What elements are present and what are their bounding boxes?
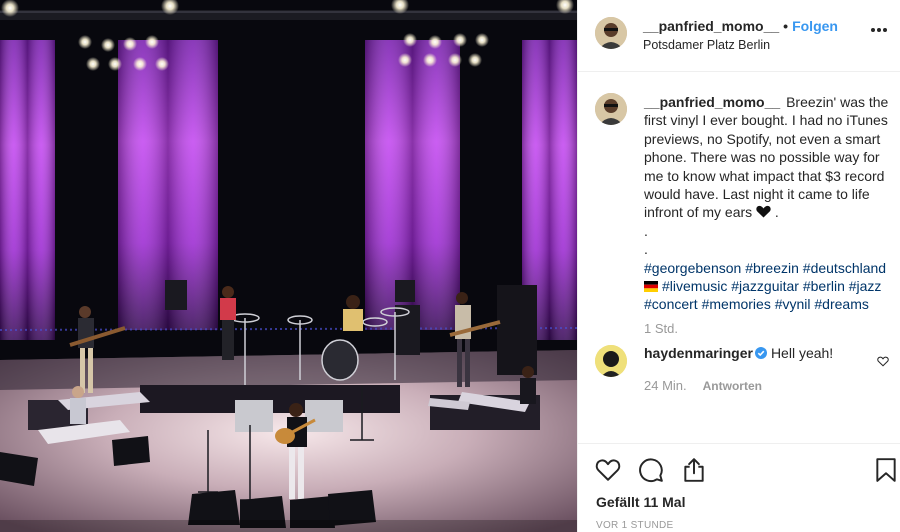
- caption-timestamp: 1 Std.: [644, 321, 678, 336]
- reply-button[interactable]: Antworten: [703, 379, 762, 393]
- caption-dot: .: [644, 241, 648, 258]
- post-photo[interactable]: [0, 0, 577, 532]
- comment-username[interactable]: haydenmaringer: [644, 345, 753, 361]
- comment-like-heart-icon[interactable]: [877, 355, 889, 367]
- post-actions: Gefällt 11 Mal VOR 1 STUNDE: [578, 443, 900, 532]
- caption-dot: .: [644, 222, 648, 239]
- verified-badge-icon: [754, 347, 767, 359]
- header-username[interactable]: __panfried_momo__: [643, 18, 779, 34]
- share-icon[interactable]: [681, 457, 707, 483]
- follow-button[interactable]: Folgen: [792, 18, 838, 34]
- profile-picture-icon: [595, 17, 627, 49]
- heart-icon[interactable]: [595, 457, 621, 483]
- avatar[interactable]: [595, 17, 627, 49]
- hashtags-line[interactable]: #georgebenson #breezin #deutschland: [644, 260, 886, 276]
- comment: haydenmaringer Hell yeah!: [644, 345, 833, 361]
- comment-avatar[interactable]: [595, 345, 627, 377]
- header-user-line: __panfried_momo__ • Folgen: [643, 18, 838, 34]
- caption-text: Breezin' was the first vinyl I ever boug…: [644, 94, 889, 221]
- germany-flag-emoji-icon: [644, 281, 658, 293]
- comments-section: __panfried_momo__ Breezin' was the first…: [578, 73, 900, 443]
- profile-picture-icon: [595, 93, 627, 125]
- likes-count[interactable]: Gefällt 11 Mal: [596, 494, 685, 510]
- caption-text-end: .: [771, 204, 779, 221]
- more-options-icon[interactable]: [871, 28, 887, 34]
- location-link[interactable]: Potsdamer Platz Berlin: [643, 38, 770, 52]
- comment-icon[interactable]: [638, 457, 664, 483]
- profile-picture-icon: [595, 345, 627, 377]
- post-timestamp: VOR 1 STUNDE: [596, 520, 674, 531]
- post-header: __panfried_momo__ • Folgen Potsdamer Platz…: [578, 0, 900, 72]
- hashtags-line[interactable]: #livemusic #jazzguitar #berlin #jazz #co…: [644, 278, 881, 312]
- bookmark-icon[interactable]: [873, 457, 899, 483]
- comment-text: Hell yeah!: [770, 345, 834, 361]
- black-heart-emoji-icon: [756, 206, 771, 218]
- separator-dot: •: [783, 18, 789, 34]
- comment-timestamp: 24 Min.: [644, 378, 687, 393]
- post-side-panel: __panfried_momo__ • Folgen Potsdamer Platz…: [577, 0, 900, 532]
- caption-username[interactable]: __panfried_momo__: [644, 94, 780, 110]
- comment-meta: 24 Min. Antworten: [644, 378, 762, 393]
- concert-stage-image: [0, 0, 577, 532]
- post-caption: __panfried_momo__ Breezin' was the first…: [644, 93, 896, 314]
- caption-avatar[interactable]: [595, 93, 627, 125]
